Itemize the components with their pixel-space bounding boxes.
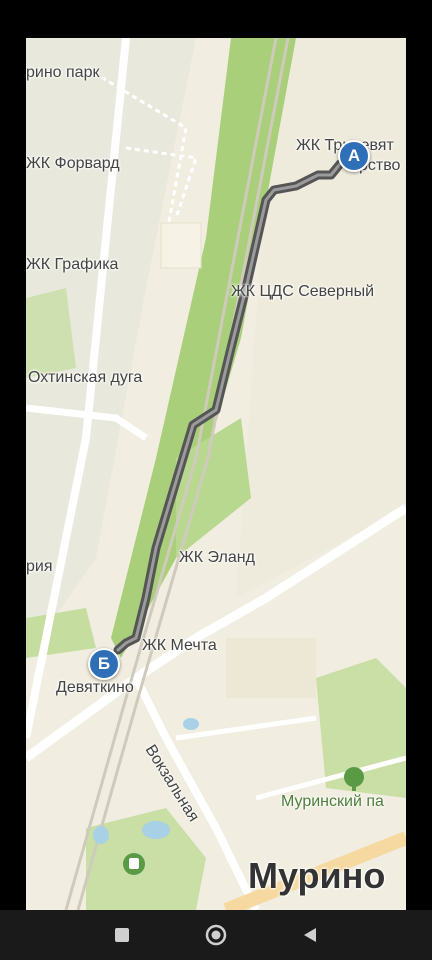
label-okhtinskaya: Охтинская дуга [28, 369, 143, 386]
label-mechta: ЖК Мечта [142, 637, 217, 654]
back-icon [304, 928, 316, 942]
end-marker[interactable]: Б [88, 648, 120, 680]
label-grafika: ЖК Графика [26, 256, 119, 273]
label-murino: Мурино [248, 855, 386, 896]
recent-apps-icon [115, 928, 129, 942]
label-eland: ЖК Эланд [179, 549, 255, 566]
android-navigation-bar [0, 910, 432, 960]
label-forward: ЖК Форвард [26, 155, 120, 172]
back-button[interactable] [280, 910, 340, 960]
label-murinsky-park: Муринский па [281, 793, 384, 810]
label-devyatkino: Девяткино [56, 679, 134, 696]
label-tsds: ЖК ЦДС Северный [231, 283, 375, 300]
status-bar [0, 0, 432, 38]
label-riya: рия [26, 558, 53, 575]
home-button[interactable] [186, 910, 246, 960]
start-marker[interactable]: А [338, 140, 370, 172]
recent-apps-button[interactable] [92, 910, 152, 960]
label-murino-park: рино парк [26, 64, 100, 81]
map-view[interactable]: рино парк ЖК Форвард ЖК Тридевят рство Ж… [26, 38, 406, 910]
home-icon [205, 924, 227, 946]
